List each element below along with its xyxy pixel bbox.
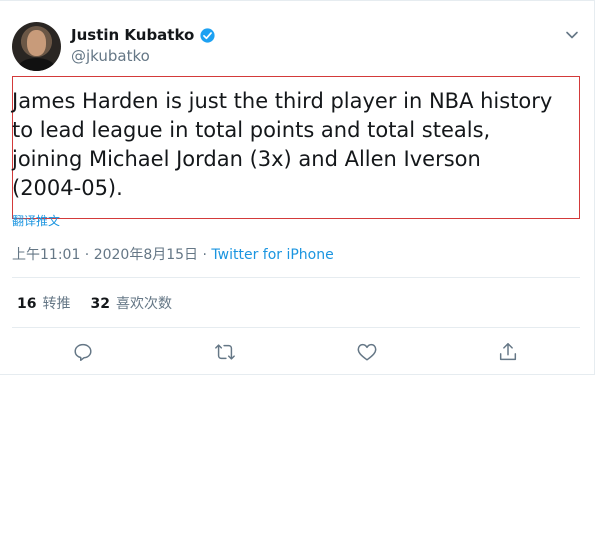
retweet-icon bbox=[215, 344, 235, 360]
action-bar bbox=[0, 341, 600, 365]
tweet-card: Justin Kubatko @jkubatko James Harden is… bbox=[0, 0, 595, 375]
share-button[interactable] bbox=[497, 341, 521, 365]
translate-link[interactable]: 翻译推文 bbox=[12, 212, 60, 229]
tweet-stats: 16 转推 32 喜欢次数 bbox=[17, 293, 172, 313]
reply-icon bbox=[74, 343, 92, 361]
avatar[interactable] bbox=[12, 22, 61, 71]
like-icon bbox=[357, 343, 377, 361]
retweets-label: 转推 bbox=[42, 296, 71, 312]
chevron-down-icon[interactable] bbox=[565, 28, 579, 42]
divider bbox=[12, 277, 580, 278]
user-handle[interactable]: @jkubatko bbox=[71, 47, 150, 65]
display-name[interactable]: Justin Kubatko bbox=[71, 26, 216, 44]
tweet-meta: 上午11:01 · 2020年8月15日 · Twitter for iPhon… bbox=[12, 244, 334, 264]
like-button[interactable] bbox=[356, 341, 380, 365]
source-link[interactable]: Twitter for iPhone bbox=[211, 247, 333, 263]
tweet-text: James Harden is just the third player in… bbox=[12, 89, 553, 200]
likes-stat[interactable]: 32 喜欢次数 bbox=[90, 293, 171, 313]
retweets-count: 16 bbox=[17, 296, 37, 312]
retweets-stat[interactable]: 16 转推 bbox=[17, 293, 70, 313]
verified-badge-icon bbox=[200, 27, 215, 43]
likes-count: 32 bbox=[90, 296, 110, 312]
share-icon bbox=[499, 343, 517, 361]
divider bbox=[12, 327, 580, 328]
likes-label: 喜欢次数 bbox=[115, 296, 172, 312]
reply-button[interactable] bbox=[72, 341, 96, 365]
display-name-text[interactable]: Justin Kubatko bbox=[71, 26, 194, 44]
retweet-button[interactable] bbox=[214, 341, 238, 365]
timestamp[interactable]: 上午11:01 · 2020年8月15日 · bbox=[12, 247, 211, 263]
